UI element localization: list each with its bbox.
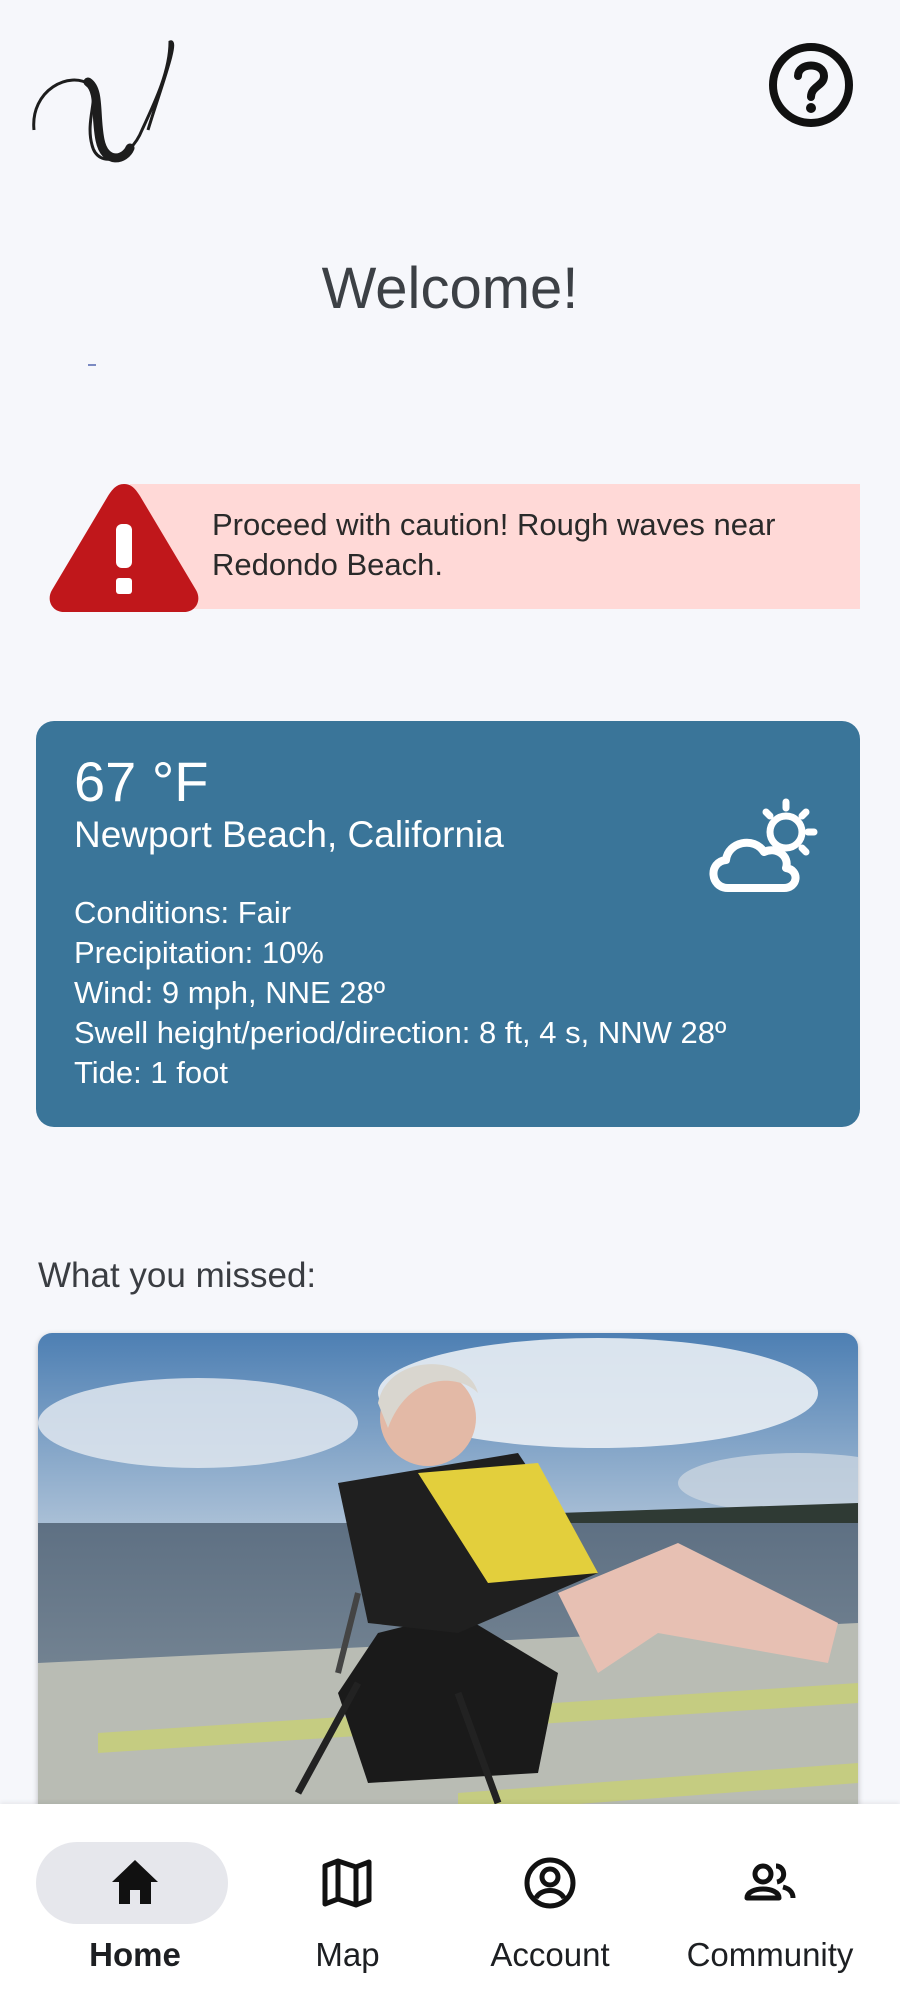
nav-label-community: Community xyxy=(686,1936,854,1973)
weather-details: Conditions: Fair Precipitation: 10% Wind… xyxy=(74,893,726,1093)
weather-card[interactable]: 67 °F Newport Beach, California Conditio… xyxy=(36,721,860,1127)
nav-item-home[interactable]: Home xyxy=(0,1804,270,2006)
nav-item-community[interactable]: Community xyxy=(670,1804,870,2006)
weather-detail-tide: Tide: 1 foot xyxy=(74,1055,228,1090)
temperature: 67 °F xyxy=(74,750,209,813)
app-logo xyxy=(30,30,180,170)
weather-detail-swell: Swell height/period/direction: 8 ft, 4 s… xyxy=(74,1015,727,1050)
page-title: Welcome! xyxy=(321,256,579,321)
partly-sunny-icon xyxy=(702,796,824,896)
nav-item-account[interactable]: Account xyxy=(450,1804,650,2006)
nav-label-account: Account xyxy=(490,1936,610,1973)
bottom-navigation: Home Map Account Community xyxy=(0,1804,900,2006)
title-divider xyxy=(88,364,96,366)
weather-detail-wind: Wind: 9 mph, NNE 28º xyxy=(74,975,386,1010)
help-circle-icon xyxy=(769,43,853,127)
warning-triangle-icon xyxy=(44,478,204,614)
alert-message: Proceed with caution! Rough waves near R… xyxy=(212,507,776,582)
map-icon xyxy=(322,1858,372,1908)
section-heading-missed: What you missed: xyxy=(38,1256,317,1295)
script-v-logo-icon xyxy=(32,40,175,163)
nav-item-map[interactable]: Map xyxy=(270,1804,425,2006)
community-icon xyxy=(744,1863,796,1901)
nav-label-home: Home xyxy=(89,1936,181,1973)
account-circle-icon xyxy=(524,1857,576,1909)
location-name: Newport Beach, California xyxy=(74,814,504,855)
photo-image xyxy=(38,1333,858,1853)
help-button[interactable] xyxy=(766,40,856,130)
weather-detail-conditions: Conditions: Fair xyxy=(74,895,292,930)
missed-photo-card[interactable] xyxy=(38,1333,858,1853)
home-icon xyxy=(112,1860,158,1904)
weather-detail-precipitation: Precipitation: 10% xyxy=(74,935,324,970)
nav-label-map: Map xyxy=(315,1936,380,1973)
